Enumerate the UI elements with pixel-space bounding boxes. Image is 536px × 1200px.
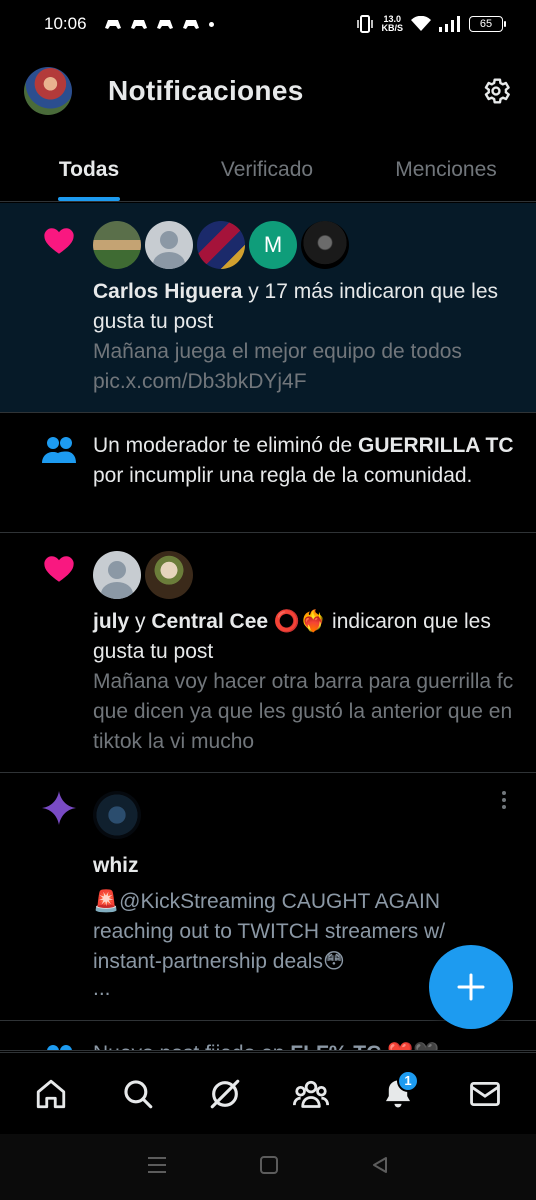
wifi-icon [411, 16, 431, 31]
actor-name[interactable]: whiz [93, 854, 139, 877]
community-name[interactable]: FLF% TC [290, 1042, 381, 1050]
recent-apps-button[interactable] [146, 1155, 168, 1180]
game-controller-icon [156, 20, 173, 29]
notification-text: Un moderador te eliminó de GUERRILLA TC … [93, 431, 516, 491]
tab-verified[interactable]: Verificado [178, 138, 356, 201]
back-button[interactable] [370, 1155, 390, 1180]
notification-message: Un moderador te eliminó de [93, 434, 358, 457]
status-time: 10:06 [44, 14, 87, 33]
notification-text: Nuevo post fijado en FLF% TC ❤️🖤 [93, 1039, 516, 1050]
battery-indicator: 65 [469, 16, 506, 32]
actor-emoji: ⭕❤️‍🔥 [273, 610, 327, 633]
network-speed: 13.0 KB/S [381, 15, 403, 33]
sparkle-icon [42, 791, 76, 825]
square-icon [259, 1155, 278, 1174]
more-options-button[interactable] [494, 791, 514, 815]
notification-item[interactable]: july y Central Cee ⭕❤️‍🔥 indicaron que l… [0, 533, 536, 773]
tab-label: Todas [58, 157, 120, 181]
avatar[interactable]: M [249, 221, 297, 269]
joiner-text: y [129, 610, 152, 633]
notification-message: por incumplir una regla de la comunidad. [93, 464, 473, 487]
notification-item[interactable]: Un moderador te eliminó de GUERRILLA TC … [0, 413, 536, 533]
people-icon [42, 1041, 76, 1050]
avatar[interactable] [197, 221, 245, 269]
status-bar: 10:06 13.0 KB/S 65 [0, 0, 536, 48]
heart-icon [42, 551, 76, 585]
mail-icon [469, 1081, 500, 1106]
page-title: Notificaciones [108, 75, 304, 106]
avatar[interactable] [301, 221, 349, 269]
nav-messages[interactable] [455, 1064, 515, 1124]
grok-icon [210, 1079, 239, 1108]
app-header: Notificaciones [0, 60, 536, 122]
actor-avatars: M [93, 221, 516, 269]
system-navigation-bar [0, 1134, 536, 1200]
actor-name[interactable]: Central Cee [151, 610, 268, 633]
avatar[interactable] [145, 551, 193, 599]
nav-grok[interactable] [195, 1064, 255, 1124]
people-icon [42, 433, 76, 467]
actor-name[interactable]: Carlos Higuera [93, 280, 242, 303]
notification-message: Nuevo post fijado en [93, 1042, 290, 1050]
actor-avatars [93, 551, 516, 599]
actor-name[interactable]: july [93, 610, 129, 633]
signal-icon [439, 16, 460, 32]
tab-all[interactable]: Todas [0, 138, 178, 201]
home-icon [37, 1079, 66, 1108]
net-speed-unit: KB/S [381, 23, 403, 33]
nav-communities[interactable] [281, 1064, 341, 1124]
nav-notifications[interactable]: 1 [368, 1064, 428, 1124]
post-preview: Mañana voy hacer otra barra para guerril… [93, 670, 514, 753]
post-preview: Mañana juega el mejor equipo de todos [93, 340, 462, 363]
notification-tabs: Todas Verificado Menciones [0, 138, 536, 202]
nav-search[interactable] [108, 1064, 168, 1124]
nav-home[interactable] [21, 1064, 81, 1124]
gear-icon [484, 78, 510, 104]
tab-label: Menciones [395, 157, 497, 181]
avatar[interactable] [93, 791, 141, 839]
vibrate-icon [357, 15, 374, 33]
notifications-badge: 1 [396, 1069, 419, 1092]
communities-icon [293, 1080, 330, 1108]
bottom-navigation: 1 [0, 1052, 536, 1134]
notification-message: ❤️🖤 [381, 1042, 439, 1050]
settings-button[interactable] [476, 71, 516, 111]
status-app-icons [104, 18, 214, 30]
notification-text: july y Central Cee ⭕❤️‍🔥 indicaron que l… [93, 607, 516, 667]
tab-label: Verificado [220, 157, 314, 181]
community-name[interactable]: GUERRILLA TC [358, 434, 514, 457]
avatar[interactable] [93, 221, 141, 269]
search-icon [124, 1079, 153, 1108]
avatar[interactable] [93, 551, 141, 599]
back-triangle-icon [373, 1156, 388, 1173]
plus-icon [457, 973, 485, 1001]
menu-icon [147, 1156, 166, 1173]
game-controller-icon [104, 20, 121, 29]
post-link[interactable]: pic.x.com/Db3bkDYj4F [93, 367, 516, 397]
tab-mentions[interactable]: Menciones [356, 138, 536, 201]
compose-post-button[interactable] [429, 945, 513, 1029]
avatar-letter: M [263, 232, 283, 257]
profile-avatar[interactable] [24, 67, 72, 115]
home-system-button[interactable] [259, 1155, 279, 1180]
actor-avatars [93, 791, 516, 839]
avatar[interactable] [145, 221, 193, 269]
battery-level: 65 [479, 18, 493, 30]
notification-text: Carlos Higuera y 17 más indicaron que le… [93, 277, 516, 337]
game-controller-icon [130, 20, 147, 29]
heart-icon [42, 223, 76, 257]
game-controller-icon [182, 20, 199, 29]
more-notifications-dot [208, 21, 214, 27]
notification-text: whiz [93, 851, 516, 881]
notification-item[interactable]: M Carlos Higuera y 17 más indicaron que … [0, 203, 536, 413]
